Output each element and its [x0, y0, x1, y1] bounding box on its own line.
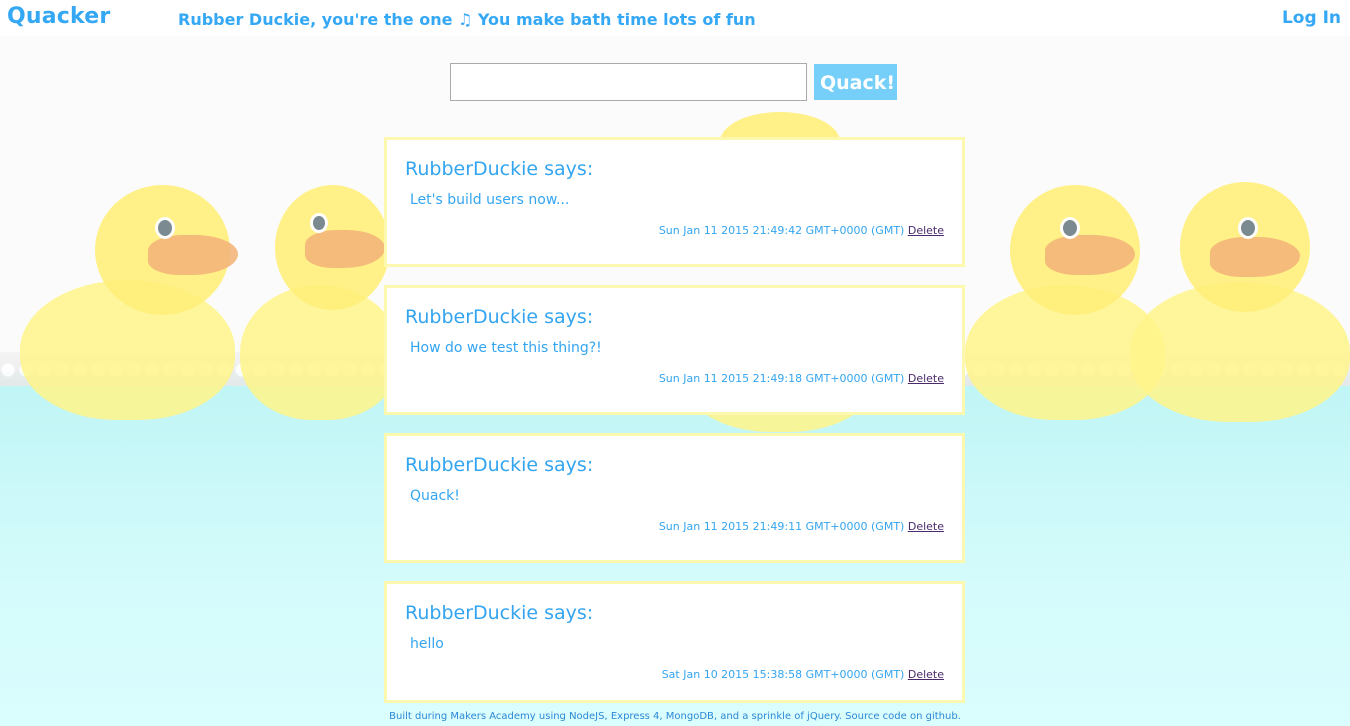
delete-link[interactable]: Delete	[908, 224, 944, 237]
quack-author: RubberDuckie says:	[405, 454, 594, 476]
quack-meta: Sun Jan 11 2015 21:49:18 GMT+0000 (GMT) …	[659, 372, 944, 385]
quack-feed: RubberDuckie says: Let's build users now…	[384, 137, 965, 721]
quack-timestamp: Sat Jan 10 2015 15:38:58 GMT+0000 (GMT)	[661, 668, 905, 681]
rubber-duck-icon	[240, 185, 400, 425]
quack-author: RubberDuckie says:	[405, 306, 594, 328]
rubber-duck-icon	[20, 185, 240, 425]
quack-card: RubberDuckie says: Let's build users now…	[384, 137, 965, 267]
quack-author: RubberDuckie says:	[405, 158, 594, 180]
quack-submit-button[interactable]: Quack!	[814, 64, 897, 100]
quack-message: Let's build users now...	[410, 192, 570, 208]
quack-card: RubberDuckie says: hello Sat Jan 10 2015…	[384, 581, 965, 703]
quack-meta: Sat Jan 10 2015 15:38:58 GMT+0000 (GMT) …	[662, 668, 944, 681]
login-link[interactable]: Log In	[1282, 8, 1341, 28]
quack-message: Quack!	[410, 488, 460, 504]
quack-timestamp: Sun Jan 11 2015 21:49:18 GMT+0000 (GMT)	[658, 372, 905, 385]
quack-meta: Sun Jan 11 2015 21:49:11 GMT+0000 (GMT) …	[659, 520, 944, 533]
quack-message: hello	[410, 636, 444, 652]
quack-meta: Sun Jan 11 2015 21:49:42 GMT+0000 (GMT) …	[659, 224, 944, 237]
quack-card: RubberDuckie says: Quack! Sun Jan 11 201…	[384, 433, 965, 563]
quack-timestamp: Sun Jan 11 2015 21:49:42 GMT+0000 (GMT)	[658, 224, 905, 237]
quack-card: RubberDuckie says: How do we test this t…	[384, 285, 965, 415]
top-navbar: Quacker Rubber Duckie, you're the one ♫ …	[0, 0, 1350, 36]
brand-logo-link[interactable]: Quacker	[7, 4, 110, 29]
quack-timestamp: Sun Jan 11 2015 21:49:11 GMT+0000 (GMT)	[658, 520, 905, 533]
quack-message: How do we test this thing?!	[410, 340, 602, 356]
delete-link[interactable]: Delete	[908, 668, 944, 681]
rubber-duck-icon	[1130, 182, 1350, 427]
tagline: Rubber Duckie, you're the one ♫ You make…	[178, 10, 756, 29]
delete-link[interactable]: Delete	[908, 520, 944, 533]
quack-author: RubberDuckie says:	[405, 602, 594, 624]
delete-link[interactable]: Delete	[908, 372, 944, 385]
footer-credits: Built during Makers Academy using NodeJS…	[389, 711, 961, 722]
quack-input[interactable]	[450, 63, 807, 101]
